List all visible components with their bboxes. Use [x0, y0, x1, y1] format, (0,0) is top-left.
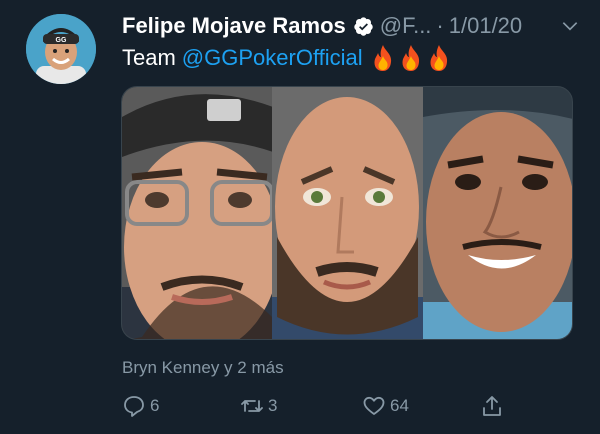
chevron-down-icon[interactable] [560, 16, 580, 36]
tweet-date[interactable]: 1/01/20 [449, 13, 522, 39]
fire-icon [430, 45, 447, 71]
tweet-media[interactable] [121, 86, 573, 340]
tweet-actions: 6 3 64 [122, 392, 512, 422]
like-button[interactable]: 64 [362, 394, 409, 418]
reply-count: 6 [150, 396, 160, 415]
tweet-text-prefix: Team [122, 45, 176, 70]
verified-badge-icon [354, 16, 373, 36]
tweet-text: Team @GGPokerOfficial [122, 44, 451, 72]
heart-icon [363, 396, 385, 415]
svg-text:GG: GG [56, 37, 67, 44]
fire-icon [402, 45, 419, 71]
reply-icon [124, 396, 144, 417]
author-avatar[interactable]: GG [26, 14, 96, 84]
retweet-icon [241, 400, 263, 412]
like-count: 64 [390, 396, 409, 415]
emoji-group [371, 44, 451, 72]
retweet-button[interactable]: 3 [240, 394, 277, 418]
share-button[interactable] [480, 394, 504, 418]
cartoon-face-beard [272, 87, 423, 339]
share-icon [483, 396, 501, 416]
separator-dot: · [436, 13, 444, 38]
fire-icon [374, 45, 391, 71]
media-panel-center [272, 87, 423, 339]
media-panel-left [122, 87, 273, 339]
reply-button[interactable]: 6 [122, 394, 159, 418]
cartoon-face-cap-glasses [122, 87, 273, 339]
tweet-header: Felipe Mojave Ramos @F... · 1/01/20 [122, 10, 580, 42]
cartoon-face-smile [422, 87, 572, 339]
media-panel-right [422, 87, 572, 339]
author-name[interactable]: Felipe Mojave Ramos [122, 13, 346, 39]
liked-by-text[interactable]: Bryn Kenney y 2 más [122, 358, 284, 378]
mention-link[interactable]: @GGPokerOfficial [182, 45, 363, 71]
retweet-count: 3 [268, 396, 278, 415]
avatar-cartoon: GG [26, 14, 96, 84]
author-handle[interactable]: @F... [380, 13, 432, 39]
